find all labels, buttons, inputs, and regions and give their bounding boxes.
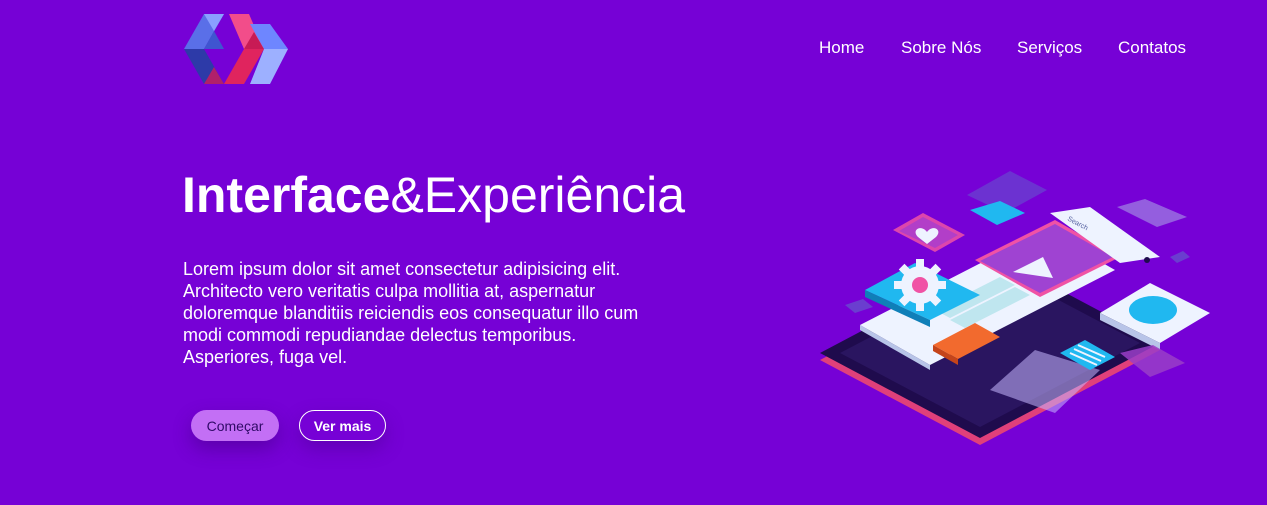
app-isometric-illustration: Search xyxy=(820,171,1210,445)
hero-title-rest: &Experiência xyxy=(390,167,686,223)
nav-home-link[interactable]: Home xyxy=(819,38,864,58)
ver-mais-button[interactable]: Ver mais xyxy=(299,410,386,441)
nav-sobre-link[interactable]: Sobre Nós xyxy=(901,38,981,58)
chat-bubble-icon xyxy=(1129,296,1177,324)
comecar-button[interactable]: Começar xyxy=(191,410,279,441)
hero-description: Lorem ipsum dolor sit amet consectetur a… xyxy=(183,259,639,367)
nav-contatos-link[interactable]: Contatos xyxy=(1118,38,1186,58)
main-nav: Home Sobre Nós Serviços Contatos xyxy=(0,38,1267,60)
search-icon xyxy=(1144,257,1150,263)
nav-servicos-link[interactable]: Serviços xyxy=(1017,38,1082,58)
hero-title-bold: Interface xyxy=(182,167,391,223)
hero-title: Interface&Experiência xyxy=(182,165,685,225)
gear-icon xyxy=(894,259,946,311)
